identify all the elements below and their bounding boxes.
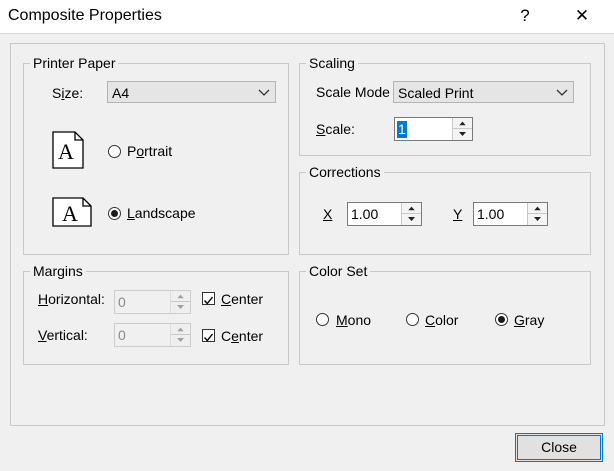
y-spin-arrows[interactable]	[527, 203, 547, 225]
scale-mode-select[interactable]: Scaled Print	[393, 81, 574, 103]
y-correction-spinner[interactable]: 1.00	[473, 202, 548, 226]
horizontal-margin-spinner: 0	[114, 290, 191, 314]
portrait-page-icon: A	[52, 131, 84, 169]
spin-down-icon[interactable]	[453, 129, 472, 140]
margins-group: Margins	[23, 263, 289, 365]
horizontal-label: Horizontal:	[38, 291, 105, 307]
spin-down-icon	[177, 305, 184, 309]
spin-down-icon[interactable]	[402, 214, 421, 225]
close-button-label: Close	[541, 439, 577, 455]
checkmark-icon	[203, 333, 214, 342]
checkmark-icon	[203, 296, 214, 305]
horizontal-center-label[interactable]: Center	[221, 290, 263, 308]
scale-value[interactable]: 1	[397, 121, 407, 138]
x-spin-arrows[interactable]	[401, 203, 421, 225]
mono-label[interactable]: Mono	[336, 311, 371, 329]
margins-legend: Margins	[30, 263, 86, 279]
paper-size-select[interactable]: A4	[107, 81, 276, 103]
landscape-label[interactable]: Landscape	[127, 204, 196, 222]
spin-down-icon[interactable]	[528, 214, 547, 225]
landscape-radio[interactable]	[108, 207, 121, 220]
paper-size-value: A4	[112, 85, 130, 101]
horizontal-spin-arrows	[170, 291, 190, 313]
mono-radio[interactable]	[316, 313, 329, 326]
vertical-margin-value: 0	[118, 327, 126, 343]
portrait-radio[interactable]	[108, 145, 121, 158]
vertical-center-label[interactable]: Center	[221, 327, 263, 345]
close-button[interactable]: Close	[515, 433, 603, 462]
x-label: X	[323, 206, 333, 222]
window-close-button[interactable]: ✕	[569, 3, 595, 29]
vertical-label: Vertical:	[38, 327, 88, 343]
landscape-glyph: A	[62, 201, 78, 226]
x-correction-spinner[interactable]: 1.00	[347, 202, 422, 226]
title-bar: Composite Properties ? ✕	[0, 0, 614, 34]
spin-up-icon[interactable]	[528, 203, 547, 214]
scale-mode-label: Scale Mode	[316, 84, 390, 100]
vertical-spin-arrows	[170, 324, 190, 346]
portrait-label[interactable]: Portrait	[127, 142, 172, 160]
scale-spinner[interactable]: 1	[394, 117, 473, 141]
y-correction-value[interactable]: 1.00	[477, 206, 504, 223]
corrections-legend: Corrections	[306, 164, 384, 180]
spin-up-icon[interactable]	[402, 203, 421, 214]
horizontal-margin-value: 0	[118, 294, 126, 310]
chevron-down-icon	[258, 89, 270, 96]
color-radio[interactable]	[406, 313, 419, 326]
portrait-glyph: A	[58, 139, 74, 164]
scale-mode-value: Scaled Print	[398, 85, 474, 101]
printer-paper-legend: Printer Paper	[30, 55, 119, 71]
scale-label: Scale:	[316, 121, 355, 137]
vertical-margin-spinner: 0	[114, 323, 191, 347]
gray-label[interactable]: Gray	[514, 311, 544, 329]
horizontal-center-checkbox[interactable]	[202, 292, 215, 305]
color-label[interactable]: Color	[425, 311, 458, 329]
y-label: Y	[453, 206, 463, 222]
size-label: Size:	[52, 85, 84, 101]
window-title: Composite Properties	[8, 7, 162, 24]
color-set-legend: Color Set	[306, 263, 371, 279]
spin-up-icon	[171, 327, 190, 335]
spin-up-icon	[171, 294, 190, 302]
scaling-group: Scaling	[299, 55, 591, 156]
gray-radio[interactable]	[495, 313, 508, 326]
landscape-page-icon: A	[52, 197, 92, 227]
spin-down-icon	[177, 338, 184, 342]
vertical-center-checkbox[interactable]	[202, 329, 215, 342]
scaling-legend: Scaling	[306, 55, 358, 71]
x-correction-value[interactable]: 1.00	[351, 206, 378, 223]
help-button[interactable]: ?	[512, 3, 538, 29]
chevron-down-icon	[556, 89, 568, 96]
scale-spin-arrows[interactable]	[452, 118, 472, 140]
spin-up-icon[interactable]	[453, 118, 472, 129]
